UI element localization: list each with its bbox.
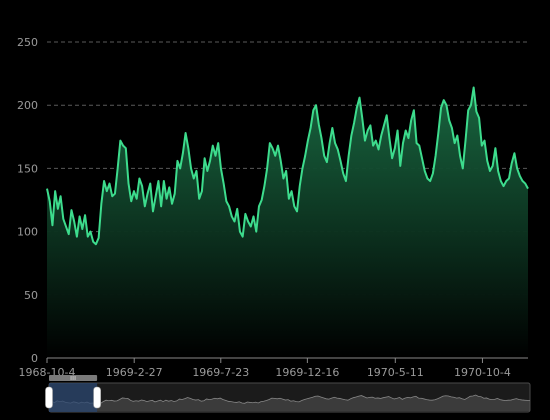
zoom-selection-window[interactable] (49, 383, 98, 412)
area-chart: 050100150200250 1968-10-4 1969-2-27 1969-7… (17, 36, 531, 413)
x-tick-label: 1970-10-4 (454, 366, 511, 379)
x-tick-label: 1970-5-11 (367, 366, 424, 379)
y-tick-label: 150 (17, 162, 38, 175)
x-tick-label: 1969-2-27 (106, 366, 163, 379)
data-zoom-slider[interactable] (45, 375, 531, 413)
handle-knob[interactable] (93, 386, 101, 409)
y-tick-label: 0 (31, 352, 38, 365)
handle-knob[interactable] (45, 386, 53, 409)
area-fill (47, 87, 528, 358)
y-tick-label: 50 (24, 289, 38, 302)
x-tick-label: 1969-7-23 (192, 366, 249, 379)
series-area (46, 86, 529, 358)
zoom-end-handle[interactable] (93, 386, 101, 409)
y-tick-label: 100 (17, 226, 38, 239)
zoom-start-handle[interactable] (45, 386, 53, 409)
y-tick-label: 200 (17, 99, 38, 112)
y-tick-label: 250 (17, 36, 38, 49)
x-tick-label: 1969-12-16 (275, 366, 339, 379)
chart-container: 0 50 100 150 200 250 1968-10-4 1969-2-27 1969-7… (0, 0, 550, 420)
y-axis-labels: 0 50 100 150 200 250 (17, 36, 38, 365)
